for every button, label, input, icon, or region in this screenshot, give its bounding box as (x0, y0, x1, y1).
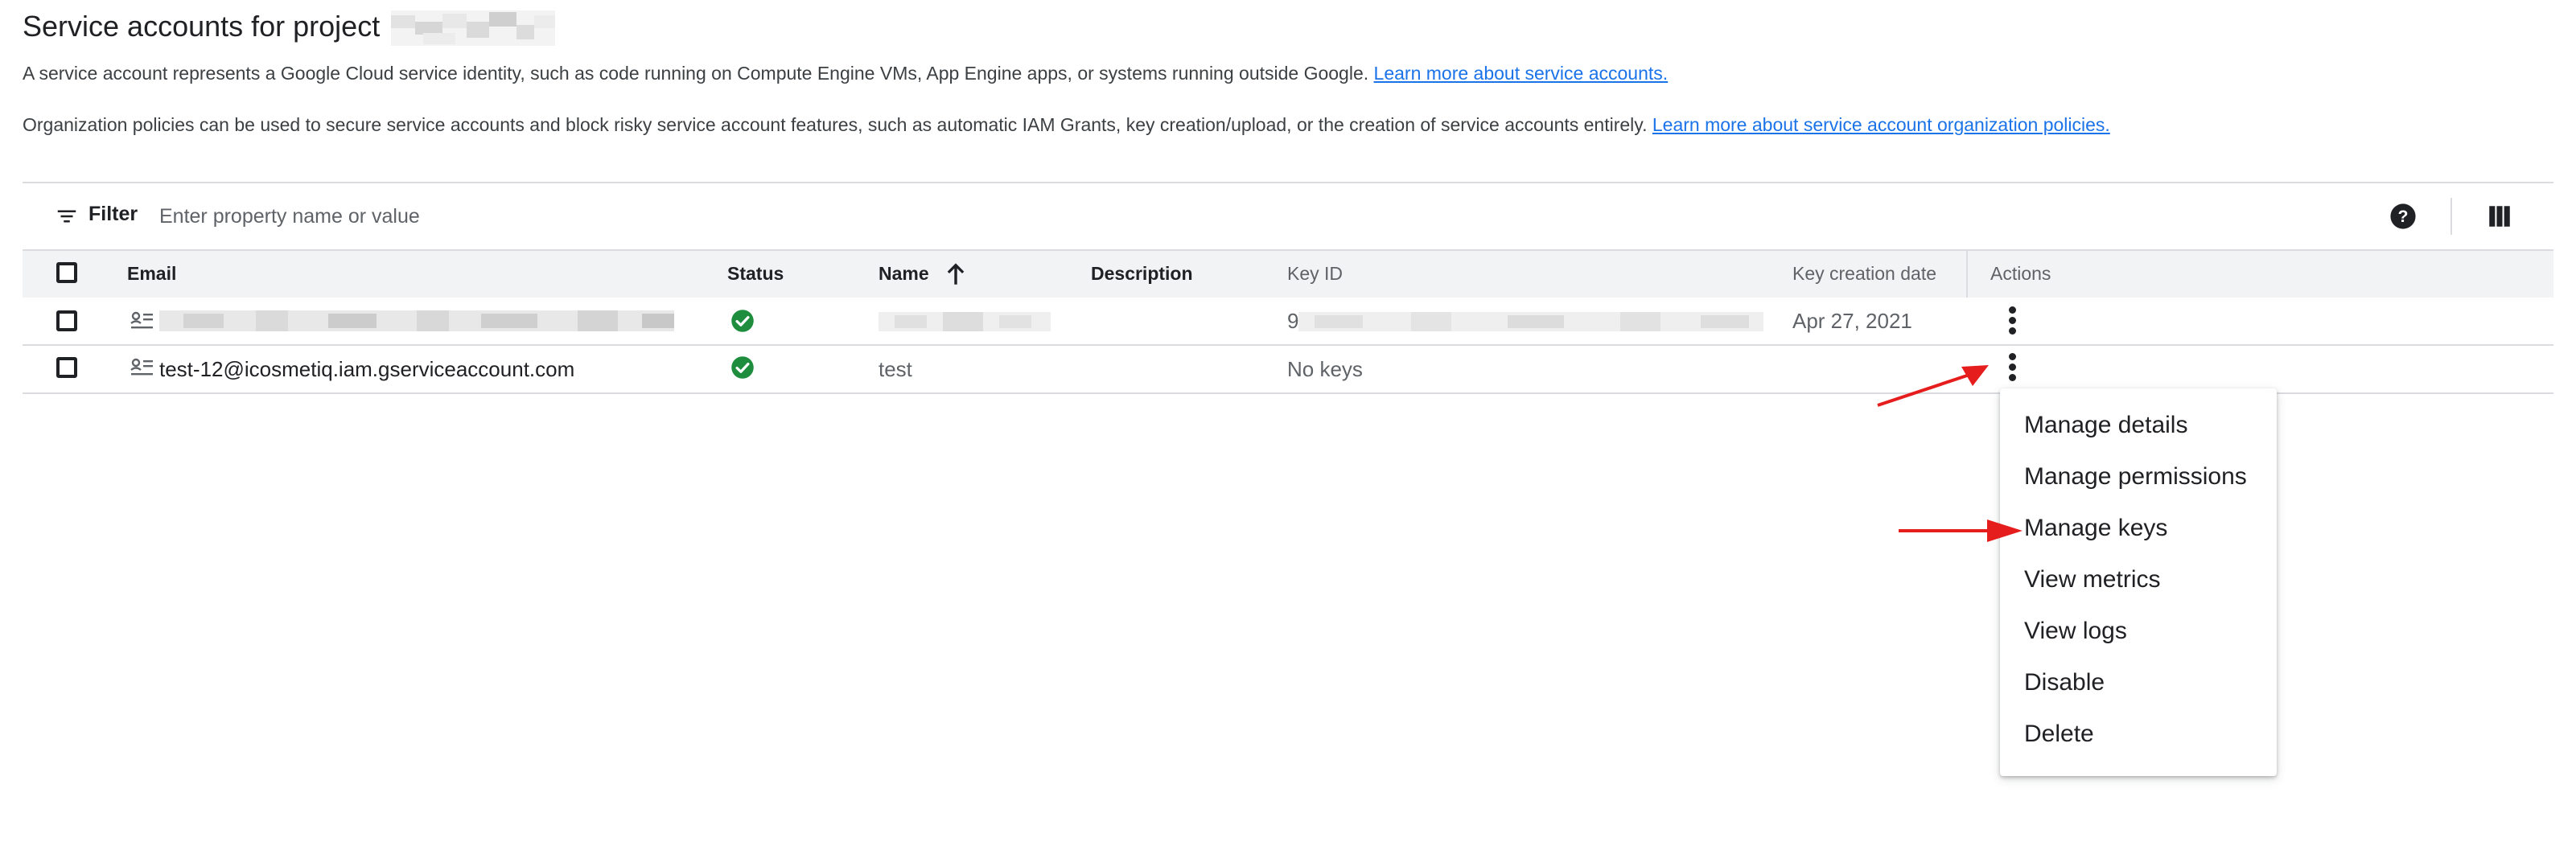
learn-more-org-policies-link[interactable]: Learn more about service account organiz… (1652, 114, 2110, 135)
filter-bar: Filter ? (23, 183, 2553, 249)
menu-item-delete[interactable]: Delete (2000, 708, 2277, 760)
page-title: Service accounts for project (23, 10, 556, 47)
redacted-key-id (1298, 312, 1763, 331)
row-name: test (879, 357, 912, 381)
col-header-key-id: Key ID (1287, 263, 1344, 284)
column-display-icon[interactable] (2486, 203, 2513, 230)
more-vert-icon[interactable] (2006, 304, 2018, 336)
actions-menu: Manage details Manage permissions Manage… (2000, 388, 2277, 776)
actions-column-divider (1966, 249, 1968, 299)
filter-label[interactable]: Filter (88, 203, 138, 226)
annotation-arrow-icon (1899, 520, 2023, 542)
row-checkbox[interactable] (56, 310, 77, 331)
col-header-name[interactable]: Name (879, 263, 929, 285)
svg-text:?: ? (2398, 207, 2409, 226)
table-header: Email Status Name Description Key ID Key… (23, 249, 2553, 299)
row-key-id: 9 (1287, 309, 1299, 333)
row-key-id: No keys (1287, 357, 1363, 381)
menu-item-view-metrics[interactable]: View metrics (2000, 554, 2277, 606)
col-header-status[interactable]: Status (727, 263, 784, 285)
table-row: 9 Apr 27, 2021 (23, 298, 2553, 346)
service-account-icon (130, 311, 153, 329)
menu-item-manage-details[interactable]: Manage details (2000, 400, 2277, 451)
col-header-description[interactable]: Description (1091, 263, 1193, 285)
service-account-icon (130, 358, 153, 376)
filter-list-icon[interactable] (55, 204, 79, 228)
more-vert-icon[interactable] (2006, 351, 2018, 383)
learn-more-service-accounts-link[interactable]: Learn more about service accounts. (1374, 63, 1669, 84)
col-header-email[interactable]: Email (127, 263, 176, 285)
policy-paragraph: Organization policies can be used to sec… (23, 114, 2110, 136)
check-circle-icon (731, 356, 754, 379)
help-icon[interactable]: ? (2389, 203, 2417, 230)
row-key-creation-date: Apr 27, 2021 (1792, 309, 1912, 333)
redacted-project-id (391, 10, 556, 47)
filter-input[interactable] (158, 196, 724, 236)
toolbar-separator (2450, 198, 2452, 235)
policy-text: Organization policies can be used to sec… (23, 114, 1648, 135)
arrow-upward-icon[interactable] (944, 261, 967, 286)
intro-text: A service account represents a Google Cl… (23, 63, 1369, 84)
col-header-actions: Actions (1990, 263, 2051, 284)
menu-item-manage-permissions[interactable]: Manage permissions (2000, 451, 2277, 503)
page-title-text: Service accounts for project (23, 10, 381, 43)
select-all-checkbox[interactable] (56, 262, 77, 283)
redacted-name (879, 312, 1051, 331)
row-checkbox[interactable] (56, 357, 77, 378)
table-row: test-12@icosmetiq.iam.gserviceaccount.co… (23, 346, 2553, 394)
menu-item-view-logs[interactable]: View logs (2000, 606, 2277, 657)
redacted-email (159, 310, 674, 331)
intro-paragraph: A service account represents a Google Cl… (23, 63, 1668, 84)
check-circle-icon (731, 310, 754, 332)
menu-item-manage-keys[interactable]: Manage keys (2000, 503, 2277, 554)
menu-item-disable[interactable]: Disable (2000, 657, 2277, 708)
col-header-key-creation-date: Key creation date (1792, 263, 1937, 284)
annotation-arrow-icon (1877, 365, 1989, 407)
row-email[interactable]: test-12@icosmetiq.iam.gserviceaccount.co… (159, 357, 574, 382)
